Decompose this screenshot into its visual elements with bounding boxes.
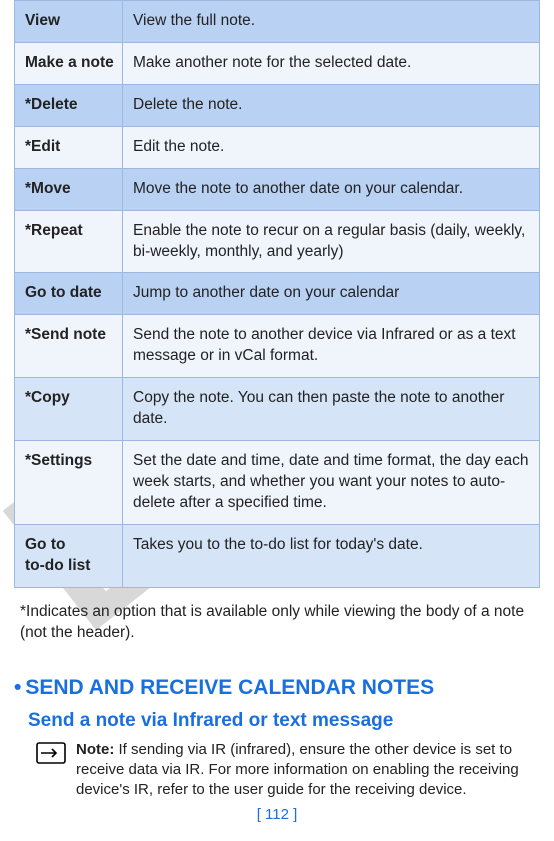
option-label: *Repeat xyxy=(15,210,123,273)
option-desc: Jump to another date on your calendar xyxy=(123,273,540,315)
options-table: View View the full note. Make a note Mak… xyxy=(14,0,540,588)
option-label: *Send note xyxy=(15,315,123,378)
option-desc: Takes you to the to-do list for today's … xyxy=(123,524,540,587)
table-row: Go to date Jump to another date on your … xyxy=(15,273,540,315)
table-row: Make a note Make another note for the se… xyxy=(15,42,540,84)
note-block: Note: If sending via IR (infrared), ensu… xyxy=(36,740,530,801)
table-row: View View the full note. xyxy=(15,1,540,43)
page-number: [ 112 ] xyxy=(0,806,554,823)
table-row: *Send note Send the note to another devi… xyxy=(15,315,540,378)
table-row: Go to to-do list Takes you to the to-do … xyxy=(15,524,540,587)
option-desc: Move the note to another date on your ca… xyxy=(123,168,540,210)
note-text: Note: If sending via IR (infrared), ensu… xyxy=(76,740,530,801)
option-label: Go to to-do list xyxy=(15,524,123,587)
table-row: *Edit Edit the note. xyxy=(15,126,540,168)
option-label: *Copy xyxy=(15,378,123,441)
option-label: *Delete xyxy=(15,84,123,126)
footnote-text: *Indicates an option that is available o… xyxy=(20,602,534,644)
option-desc: View the full note. xyxy=(123,1,540,43)
table-row: *Repeat Enable the note to recur on a re… xyxy=(15,210,540,273)
table-row: *Move Move the note to another date on y… xyxy=(15,168,540,210)
table-row: *Settings Set the date and time, date an… xyxy=(15,441,540,525)
subsection-heading: Send a note via Infrared or text message xyxy=(28,710,540,732)
option-desc: Enable the note to recur on a regular ba… xyxy=(123,210,540,273)
option-desc: Set the date and time, date and time for… xyxy=(123,441,540,525)
option-label: Make a note xyxy=(15,42,123,84)
option-label: *Move xyxy=(15,168,123,210)
table-row: *Copy Copy the note. You can then paste … xyxy=(15,378,540,441)
section-heading-text: SEND AND RECEIVE CALENDAR NOTES xyxy=(25,676,434,699)
option-label: *Settings xyxy=(15,441,123,525)
option-desc: Delete the note. xyxy=(123,84,540,126)
option-desc: Edit the note. xyxy=(123,126,540,168)
option-desc: Copy the note. You can then paste the no… xyxy=(123,378,540,441)
section-heading: •SEND AND RECEIVE CALENDAR NOTES xyxy=(14,676,540,700)
option-label: Go to date xyxy=(15,273,123,315)
note-body: If sending via IR (infrared), ensure the… xyxy=(76,741,519,799)
option-label: *Edit xyxy=(15,126,123,168)
option-label: View xyxy=(15,1,123,43)
option-desc: Send the note to another device via Infr… xyxy=(123,315,540,378)
option-desc: Make another note for the selected date. xyxy=(123,42,540,84)
bullet-icon: • xyxy=(14,676,21,699)
note-label: Note: xyxy=(76,741,119,758)
note-icon xyxy=(36,742,66,769)
table-row: *Delete Delete the note. xyxy=(15,84,540,126)
